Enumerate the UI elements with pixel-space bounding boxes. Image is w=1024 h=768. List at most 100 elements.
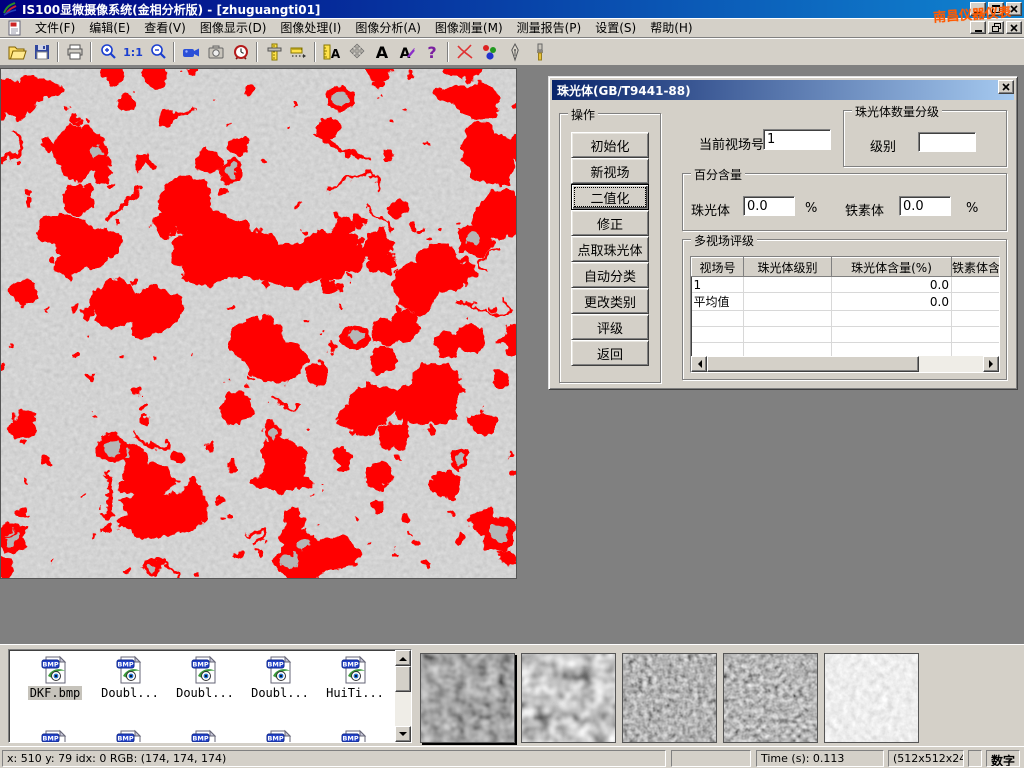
- zoom-out-button[interactable]: [145, 40, 170, 64]
- curve-button[interactable]: [452, 40, 477, 64]
- change-class-button[interactable]: 更改类别: [571, 288, 649, 314]
- menu-image-display[interactable]: 图像显示(D): [193, 17, 274, 38]
- col-field-number[interactable]: 视场号: [692, 258, 744, 277]
- save-button[interactable]: [29, 40, 54, 64]
- maximize-button[interactable]: [988, 2, 1004, 16]
- file-item[interactable]: Doubl...: [169, 654, 241, 700]
- multi-field-group-label: 多视场评级: [691, 232, 757, 249]
- timer-clock-button[interactable]: [228, 40, 253, 64]
- brush-button[interactable]: [527, 40, 552, 64]
- video-camera-button[interactable]: [178, 40, 203, 64]
- thumbnail-3[interactable]: [622, 653, 717, 743]
- file-item[interactable]: Doubl...: [244, 654, 316, 700]
- mdi-close-button[interactable]: [1006, 21, 1022, 34]
- menu-edit[interactable]: 编辑(E): [82, 17, 137, 38]
- thumbnail-5[interactable]: [824, 653, 919, 743]
- table-horizontal-scrollbar[interactable]: [691, 356, 999, 372]
- menu-measure-report[interactable]: 测量报告(P): [510, 17, 589, 38]
- document-icon[interactable]: [6, 19, 24, 37]
- col-ferrite-content[interactable]: 铁素体含量(%): [952, 258, 1001, 277]
- one-to-one-button[interactable]: 1:1: [120, 40, 145, 64]
- scroll-down-button[interactable]: [395, 726, 411, 742]
- grade-input[interactable]: [918, 132, 976, 152]
- curve-icon: [455, 42, 475, 62]
- print-button[interactable]: [62, 40, 87, 64]
- file-item-partial[interactable]: [19, 728, 91, 743]
- micrograph-image[interactable]: [1, 69, 516, 578]
- new-field-button[interactable]: 新视场: [571, 158, 649, 184]
- save-icon: [32, 42, 52, 62]
- measure-text-button[interactable]: A: [319, 40, 344, 64]
- annotate-button[interactable]: A: [394, 40, 419, 64]
- pick-pearlite-button[interactable]: 点取珠光体: [571, 236, 649, 262]
- move-cross-button[interactable]: [344, 40, 369, 64]
- menu-file[interactable]: 文件(F): [28, 17, 82, 38]
- col-pearlite-grade[interactable]: 珠光体级别: [744, 258, 832, 277]
- help-button[interactable]: ?: [419, 40, 444, 64]
- scroll-left-button[interactable]: [691, 356, 707, 372]
- menu-image-measure[interactable]: 图像测量(M): [428, 17, 510, 38]
- scroll-right-button[interactable]: [983, 356, 999, 372]
- binarize-button[interactable]: 二值化: [571, 184, 649, 210]
- ferrite-percent-input[interactable]: [899, 196, 951, 216]
- camera-icon: [206, 42, 226, 62]
- scroll-up-button[interactable]: [395, 650, 411, 666]
- current-field-input[interactable]: [763, 129, 831, 150]
- pen-button[interactable]: [502, 40, 527, 64]
- table-row[interactable]: 平均值 0.0: [692, 293, 1001, 311]
- dialog-titlebar[interactable]: 珠光体(GB/T9441-88): [552, 80, 1014, 100]
- thumbnail-1[interactable]: [420, 653, 515, 743]
- col-pearlite-content[interactable]: 珠光体含量(%): [832, 258, 952, 277]
- bmp-file-icon: [39, 728, 71, 743]
- file-browser-panel: BMP DKF.bmp Doubl... Doubl...: [0, 644, 1024, 746]
- scrollbar-thumb[interactable]: [395, 666, 411, 692]
- close-button[interactable]: [1006, 2, 1022, 16]
- thumbnail-4[interactable]: [723, 653, 818, 743]
- file-item[interactable]: Doubl...: [94, 654, 166, 700]
- cell-pearlite-content: 0.0: [832, 293, 952, 311]
- file-list-scrollbar[interactable]: [395, 650, 411, 742]
- grading-group: 珠光体数量分级 级别: [843, 110, 1007, 167]
- return-button[interactable]: 返回: [571, 340, 649, 366]
- multi-field-group: 多视场评级 视场号 珠光体级别 珠光体含量(%) 铁素体含量(%) 1: [682, 239, 1007, 380]
- table-row[interactable]: [692, 327, 1001, 343]
- scrollbar-track[interactable]: [919, 356, 983, 372]
- init-button[interactable]: 初始化: [571, 132, 649, 158]
- svg-text:1:1: 1:1: [123, 46, 143, 59]
- text-button[interactable]: A: [369, 40, 394, 64]
- dialog-close-button[interactable]: [998, 80, 1014, 94]
- auto-classify-button[interactable]: 自动分类: [571, 262, 649, 288]
- svg-text:?: ?: [427, 43, 436, 62]
- rate-button[interactable]: 评级: [571, 314, 649, 340]
- table-row[interactable]: [692, 311, 1001, 327]
- menu-settings[interactable]: 设置(S): [588, 17, 643, 38]
- mdi-restore-button[interactable]: [988, 21, 1004, 34]
- ruler-button[interactable]: [286, 40, 311, 64]
- camera-button[interactable]: [203, 40, 228, 64]
- thumbnail-2[interactable]: [521, 653, 616, 743]
- menu-help[interactable]: 帮助(H): [643, 17, 699, 38]
- file-item[interactable]: DKF.bmp: [19, 654, 91, 700]
- operation-group-label: 操作: [568, 106, 598, 123]
- brush-icon: [530, 42, 550, 62]
- mdi-minimize-button[interactable]: [970, 21, 986, 34]
- menu-image-analysis[interactable]: 图像分析(A): [348, 17, 428, 38]
- pearlite-percent-input[interactable]: [743, 196, 795, 216]
- table-row[interactable]: 1 0.0: [692, 277, 1001, 293]
- file-item-partial[interactable]: [319, 728, 391, 743]
- caliper-button[interactable]: [261, 40, 286, 64]
- correct-button[interactable]: 修正: [571, 210, 649, 236]
- minimize-button[interactable]: [970, 2, 986, 16]
- pen-icon: [505, 42, 525, 62]
- menu-image-processing[interactable]: 图像处理(I): [273, 17, 348, 38]
- open-folder-button[interactable]: [4, 40, 29, 64]
- file-item-partial[interactable]: [169, 728, 241, 743]
- menu-view[interactable]: 查看(V): [137, 17, 193, 38]
- file-item-partial[interactable]: [244, 728, 316, 743]
- file-item-partial[interactable]: [94, 728, 166, 743]
- classify-dots-button[interactable]: [477, 40, 502, 64]
- bmp-file-icon: [114, 728, 146, 743]
- zoom-in-button[interactable]: [95, 40, 120, 64]
- scrollbar-thumb[interactable]: [707, 356, 919, 372]
- file-item[interactable]: HuiTi...: [319, 654, 391, 700]
